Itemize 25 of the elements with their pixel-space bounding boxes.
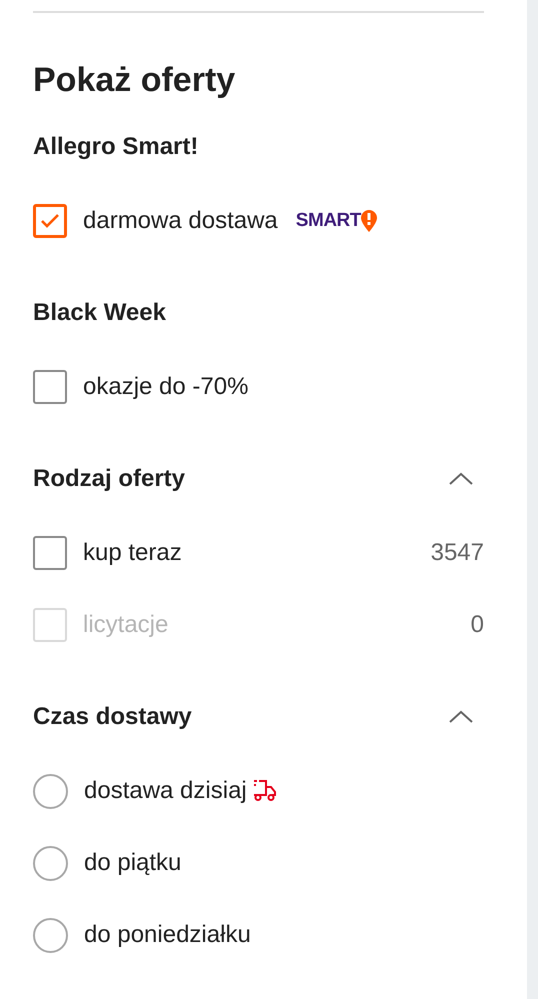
checkmark-icon bbox=[40, 213, 60, 229]
option-label: dostawa dzisiaj bbox=[84, 776, 247, 806]
chevron-up-icon[interactable] bbox=[448, 710, 474, 724]
radio-button[interactable] bbox=[33, 846, 68, 880]
section-heading: Rodzaj oferty bbox=[33, 464, 186, 494]
checkbox[interactable] bbox=[33, 204, 67, 238]
section-heading: Allegro Smart! bbox=[33, 132, 198, 162]
section-heading: Black Week bbox=[33, 298, 166, 328]
offer-count: 0 bbox=[470, 610, 484, 640]
offer-count: 3547 bbox=[430, 538, 484, 568]
radio-button[interactable] bbox=[33, 918, 68, 952]
smart-logo-text: SMART bbox=[296, 208, 361, 233]
checkbox[interactable] bbox=[33, 536, 67, 570]
map-pin-icon bbox=[360, 210, 377, 232]
chevron-up-icon[interactable] bbox=[448, 472, 474, 486]
option-label: do poniedziałku bbox=[84, 920, 251, 950]
option-label: kup teraz bbox=[83, 538, 182, 568]
option-label: do piątku bbox=[84, 848, 182, 878]
option-label: licytacje bbox=[83, 610, 168, 640]
option-label: okazje do -70% bbox=[83, 372, 248, 402]
checkbox[interactable] bbox=[33, 370, 67, 404]
radio-button[interactable] bbox=[33, 774, 68, 808]
section-heading: Czas dostawy bbox=[33, 702, 192, 732]
panel-title: Pokaż oferty bbox=[33, 60, 236, 100]
option-label: darmowa dostawa bbox=[83, 206, 278, 236]
